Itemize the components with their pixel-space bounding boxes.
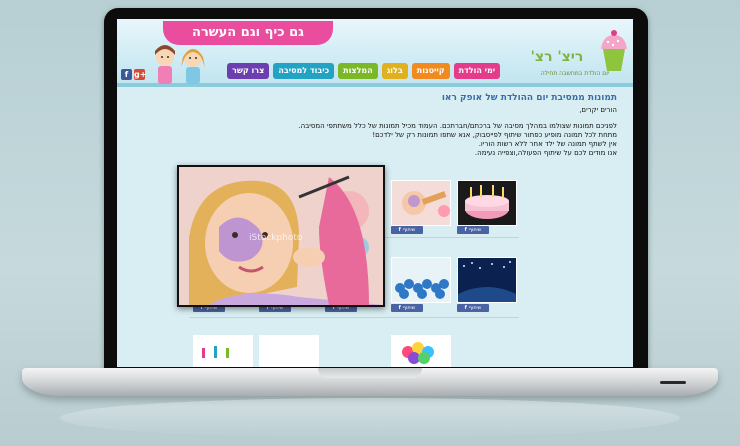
laptop-reflection xyxy=(60,398,680,438)
facebook-icon[interactable]: f xyxy=(121,69,132,80)
intro-paragraph-4: אנו מודים לכם על שיתוף הפעולה,וצפייה נעי… xyxy=(474,149,617,157)
kids-illustration xyxy=(155,45,205,84)
gallery-photo[interactable] xyxy=(391,335,451,367)
laptop-indicator xyxy=(660,381,686,384)
intro-paragraph-1: לפניכם תמונות שצולמו במהלך מסיבה של ברכת… xyxy=(298,122,617,130)
photo-lightbox[interactable]: iStockphoto xyxy=(177,165,385,307)
main-nav: צרו קשר כיבוד למסיבה המלצות בלוג קייטנות… xyxy=(227,63,501,79)
row-divider xyxy=(189,317,519,318)
main-content: תמונות ממסיבת יום ההולדת של אופק ראו הור… xyxy=(187,93,617,158)
laptop-notch xyxy=(318,368,422,378)
gallery-photo[interactable] xyxy=(391,257,451,303)
facebook-share-button[interactable]: שיתוף xyxy=(391,226,423,234)
facebook-share-button[interactable]: שיתוף xyxy=(391,304,423,312)
nav-birthdays[interactable]: ימי הולדת xyxy=(453,63,501,79)
google-plus-icon[interactable]: g+ xyxy=(134,69,146,80)
gallery-photo[interactable] xyxy=(457,257,517,303)
facebook-share-button[interactable]: שיתוף xyxy=(457,304,489,312)
nav-contact[interactable]: צרו קשר xyxy=(227,63,270,79)
nav-camps[interactable]: קייטנות xyxy=(411,63,450,79)
social-links: f g+ xyxy=(121,69,146,80)
logo-title: ריצ' רצ' xyxy=(530,49,584,65)
gallery-photo[interactable] xyxy=(193,335,253,367)
website-viewport: גם כיף וגם העשרה f g+ צרו קשר כיבוד למסי… xyxy=(117,19,633,367)
nav-party-catering[interactable]: כיבוד למסיבה xyxy=(273,63,335,79)
nav-blog[interactable]: בלוג xyxy=(381,63,408,79)
nav-recommendations[interactable]: המלצות xyxy=(338,63,378,79)
gallery-photo[interactable] xyxy=(391,180,451,226)
logo-tagline: יום הולדת במחשבה תחילה xyxy=(540,70,610,77)
intro-paragraph-3: אין לשתף תמונה של ילד אחר ללא רשות הוריו… xyxy=(478,140,617,148)
intro-paragraph-2: מתחת לכל תמונה מופיע כפתור שיתוף לפייסבו… xyxy=(372,131,617,139)
greeting-text: הורים יקרים, xyxy=(579,106,617,114)
header-slogan: גם כיף וגם העשרה xyxy=(163,21,333,45)
facebook-share-button[interactable]: שיתוף xyxy=(457,226,489,234)
page-title: תמונות ממסיבת יום ההולדת של אופק ראו xyxy=(441,93,617,103)
gallery-photo[interactable] xyxy=(457,180,517,226)
gallery-photo[interactable] xyxy=(259,335,319,367)
photo-watermark: iStockphoto xyxy=(249,233,303,243)
